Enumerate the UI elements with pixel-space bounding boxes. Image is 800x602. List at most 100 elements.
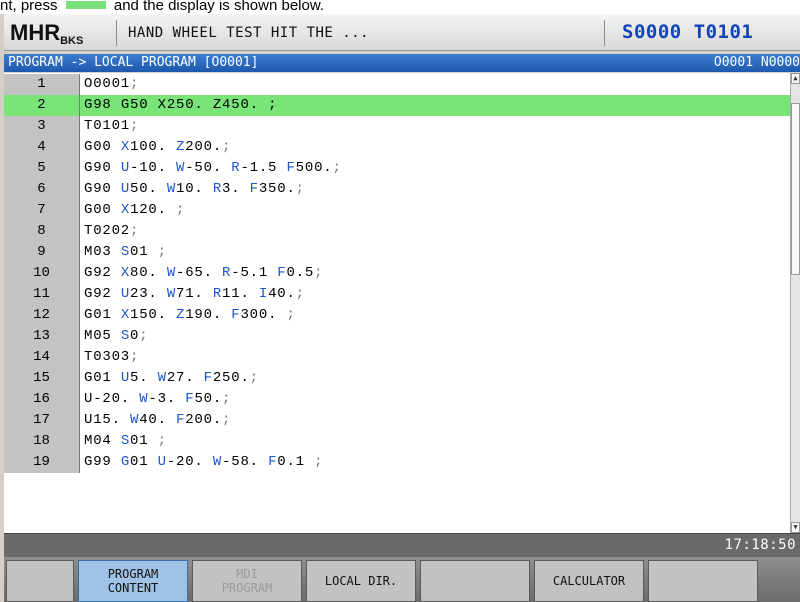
program-code: U15. W40. F200.;: [84, 410, 231, 431]
code-text: G00 X120.: [84, 202, 167, 218]
program-code: O0001;: [84, 74, 139, 95]
program-editor[interactable]: 1 O0001; 2 G98 G50 X250. Z450. ; 3 T0101; 4 G00…: [4, 73, 790, 533]
program-number-info: O0001 N0000: [713, 55, 800, 70]
mode-label: MHR: [10, 20, 61, 45]
line-number: 9: [4, 242, 80, 263]
code-text: U-20. W-3. F50.: [84, 391, 223, 407]
program-line[interactable]: 1 O0001;: [4, 74, 790, 95]
block-end: ;: [286, 307, 296, 323]
softkey-local-dir[interactable]: LOCAL DIR.: [306, 560, 416, 602]
alarm-message: HAND WHEEL TEST HIT THE ...: [128, 25, 370, 41]
program-line[interactable]: 19 G99 G01 U-20. W-58. F0.1 ;: [4, 452, 790, 473]
program-line[interactable]: 16 U-20. W-3. F50.;: [4, 389, 790, 410]
line-number: 5: [4, 158, 80, 179]
code-text: T0202: [84, 223, 131, 239]
program-line[interactable]: 9 M03 S01 ;: [4, 242, 790, 263]
cnc-screen: MHRBKS HAND WHEEL TEST HIT THE ... S0000…: [0, 14, 800, 602]
program-line[interactable]: 4 G00 X100. Z200.;: [4, 137, 790, 158]
block-end: ;: [222, 412, 232, 428]
block-end: ;: [130, 349, 140, 365]
code-text: T0101: [84, 118, 131, 134]
block-end: ;: [176, 202, 186, 218]
softkey-blank[interactable]: [420, 560, 530, 602]
block-end: ;: [139, 328, 149, 344]
program-code: M03 S01 ;: [84, 242, 167, 263]
line-number: 15: [4, 368, 80, 389]
line-number: 10: [4, 263, 80, 284]
code-text: T0303: [84, 349, 131, 365]
program-line[interactable]: 18 M04 S01 ;: [4, 431, 790, 452]
block-end: ;: [130, 76, 140, 92]
program-line[interactable]: 13 M05 S0;: [4, 326, 790, 347]
block-end: ;: [295, 181, 305, 197]
program-line[interactable]: 7 G00 X120. ;: [4, 200, 790, 221]
scrollbar-thumb[interactable]: [791, 103, 800, 275]
block-end: ;: [130, 118, 140, 134]
title-separator: [116, 20, 117, 46]
program-code: T0303;: [84, 347, 139, 368]
line-number: 14: [4, 347, 80, 368]
program-line[interactable]: 17 U15. W40. F200.;: [4, 410, 790, 431]
code-text: G01 X150. Z190. F300.: [84, 307, 278, 323]
program-line[interactable]: 14 T0303;: [4, 347, 790, 368]
line-number: 6: [4, 179, 80, 200]
program-code: G00 X100. Z200.;: [84, 137, 231, 158]
program-line[interactable]: 3 T0101;: [4, 116, 790, 137]
code-text: M03 S01: [84, 244, 149, 260]
code-text: G92 U23. W71. R11. I40.: [84, 286, 296, 302]
softkey-blank[interactable]: [648, 560, 758, 602]
operation-mode: MHRBKS: [10, 20, 83, 47]
program-code: M05 S0;: [84, 326, 148, 347]
line-number: 7: [4, 200, 80, 221]
softkey-program-content[interactable]: PROGRAM CONTENT: [78, 560, 188, 602]
code-text: M04 S01: [84, 433, 149, 449]
program-path-bar: PROGRAM -> LOCAL PROGRAM [O0001] O0001 N…: [4, 54, 800, 72]
softkey-blank[interactable]: [6, 560, 74, 602]
code-text: G01 U5. W27. F250.: [84, 370, 250, 386]
program-line[interactable]: 15 G01 U5. W27. F250.;: [4, 368, 790, 389]
code-text: U15. W40. F200.: [84, 412, 223, 428]
line-number: 4: [4, 137, 80, 158]
editor-scrollbar[interactable]: ▲ ▼: [790, 73, 800, 533]
code-text: G00 X100. Z200.: [84, 139, 223, 155]
program-line[interactable]: 2 G98 G50 X250. Z450. ;: [4, 95, 790, 116]
softkey-calculator[interactable]: CALCULATOR: [534, 560, 644, 602]
clock: 17:18:50: [724, 537, 796, 553]
block-end: ;: [295, 286, 305, 302]
code-text: O0001: [84, 76, 131, 92]
program-code: G99 G01 U-20. W-58. F0.1 ;: [84, 452, 323, 473]
code-text: G90 U50. W10. R3. F350.: [84, 181, 296, 197]
program-code: G01 U5. W27. F250.;: [84, 368, 259, 389]
green-key-swatch: [65, 1, 106, 9]
program-code: G01 X150. Z190. F300. ;: [84, 305, 296, 326]
line-number: 8: [4, 221, 80, 242]
program-code: M04 S01 ;: [84, 431, 167, 452]
program-code: G90 U50. W10. R3. F350.;: [84, 179, 305, 200]
program-line[interactable]: 11 G92 U23. W71. R11. I40.;: [4, 284, 790, 305]
program-line[interactable]: 6 G90 U50. W10. R3. F350.;: [4, 179, 790, 200]
line-number: 11: [4, 284, 80, 305]
program-line[interactable]: 10 G92 X80. W-65. R-5.1 F0.5;: [4, 263, 790, 284]
block-end: ;: [130, 223, 140, 239]
program-line[interactable]: 12 G01 X150. Z190. F300. ;: [4, 305, 790, 326]
line-number: 13: [4, 326, 80, 347]
block-end: ;: [222, 391, 232, 407]
block-end: ;: [314, 265, 324, 281]
block-end: ;: [332, 160, 342, 176]
code-text: G99 G01 U-20. W-58. F0.1: [84, 454, 305, 470]
program-code: G92 U23. W71. R11. I40.;: [84, 284, 305, 305]
program-line[interactable]: 5 G90 U-10. W-50. R-1.5 F500.;: [4, 158, 790, 179]
triangle-down-icon[interactable]: ▼: [791, 522, 800, 533]
program-code: G00 X120. ;: [84, 200, 185, 221]
line-number: 12: [4, 305, 80, 326]
line-number: 19: [4, 452, 80, 473]
line-number: 1: [4, 74, 80, 95]
code-text: G98 G50 X250. Z450. ;: [84, 97, 278, 113]
program-code: G98 G50 X250. Z450. ;: [84, 95, 277, 116]
line-number: 16: [4, 389, 80, 410]
status-bar: 17:18:50: [4, 533, 800, 557]
triangle-up-icon[interactable]: ▲: [791, 73, 800, 84]
program-line[interactable]: 8 T0202;: [4, 221, 790, 242]
softkey-mdi-program[interactable]: MDI PROGRAM: [192, 560, 302, 602]
line-number: 18: [4, 431, 80, 452]
